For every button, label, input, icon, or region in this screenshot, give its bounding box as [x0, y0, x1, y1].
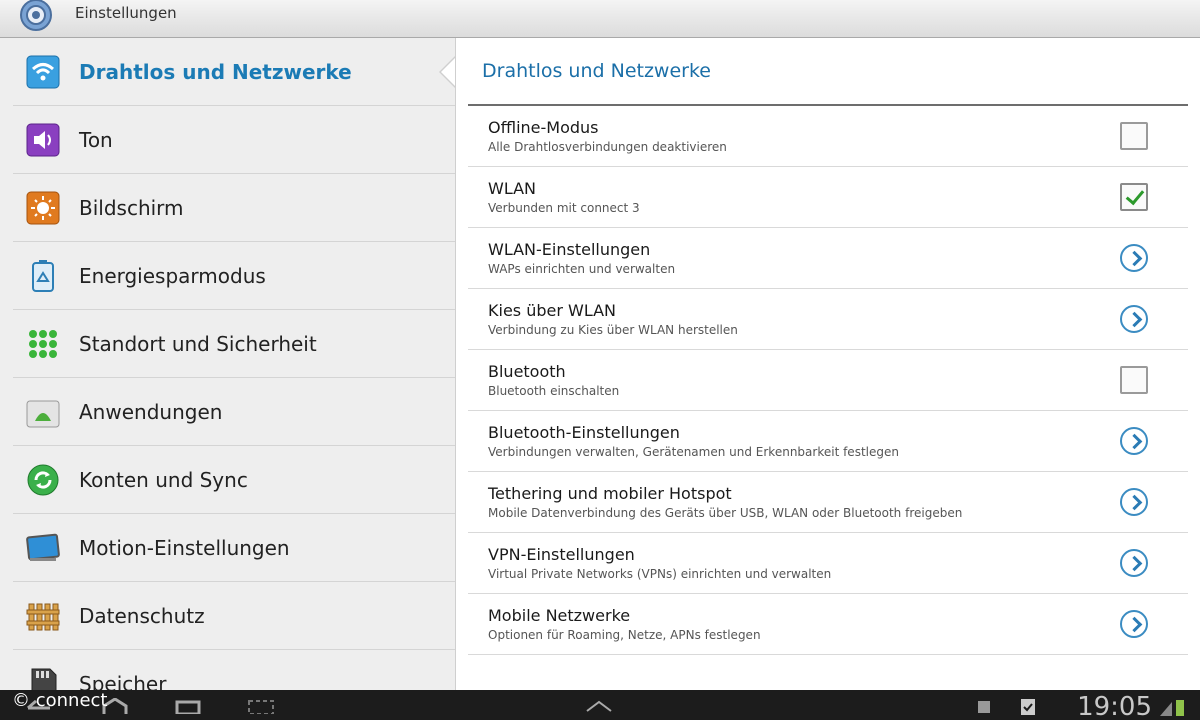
- fence-icon: [25, 598, 61, 634]
- row-title: Mobile Netzwerke: [488, 606, 631, 625]
- window-title: Einstellungen: [75, 3, 177, 22]
- setting-row-bluetooth-einstellungen[interactable]: Bluetooth-Einstellungen Verbindungen ver…: [468, 411, 1188, 472]
- sidebar-item-label: Motion-Einstellungen: [79, 535, 290, 560]
- sidebar-item-label: Bildschirm: [79, 195, 184, 220]
- chevron-right-icon[interactable]: [1120, 244, 1148, 272]
- row-title: Bluetooth: [488, 362, 566, 381]
- sidebar-item-anwendungen[interactable]: Anwendungen: [13, 378, 455, 446]
- row-subtitle: Bluetooth einschalten: [488, 384, 620, 398]
- setting-row-mobile-netzwerke[interactable]: Mobile Netzwerke Optionen für Roaming, N…: [468, 594, 1188, 655]
- settings-gear-icon[interactable]: [19, 0, 53, 32]
- sidebar-item-bildschirm[interactable]: Bildschirm: [13, 174, 455, 242]
- system-nav-bar: [0, 690, 1200, 720]
- clock: 19:05: [1077, 692, 1152, 720]
- sync-icon: [25, 462, 61, 498]
- row-subtitle: WAPs einrichten und verwalten: [488, 262, 676, 276]
- setting-row-bluetooth[interactable]: Bluetooth Bluetooth einschalten: [468, 350, 1188, 411]
- row-subtitle: Mobile Datenverbindung des Geräts über U…: [488, 506, 963, 520]
- setting-row-wlan-einstellungen[interactable]: WLAN-Einstellungen WAPs einrichten und v…: [468, 228, 1188, 289]
- recent-apps-icon[interactable]: [174, 698, 204, 714]
- settings-sidebar: Drahtlos und Netzwerke Ton Bildschirm En…: [0, 38, 456, 690]
- bluetooth-checkbox[interactable]: [1120, 366, 1148, 394]
- sidebar-item-ton[interactable]: Ton: [13, 106, 455, 174]
- sidebar-item-label: Energiesparmodus: [79, 263, 266, 288]
- settings-detail-pane: Drahtlos und Netzwerke Offline-Modus All…: [456, 38, 1200, 690]
- row-subtitle: Verbindung zu Kies über WLAN herstellen: [488, 323, 738, 337]
- row-subtitle: Verbindungen verwalten, Gerätenamen und …: [488, 445, 899, 459]
- chevron-right-icon[interactable]: [1120, 488, 1148, 516]
- screenshot-icon[interactable]: [246, 698, 276, 714]
- wifi-icon: [25, 54, 61, 90]
- setting-row-vpn-einstellungen[interactable]: VPN-Einstellungen Virtual Private Networ…: [468, 533, 1188, 594]
- notification-icon[interactable]: [975, 698, 993, 716]
- sidebar-item-label: Ton: [79, 127, 113, 152]
- row-subtitle: Optionen für Roaming, Netze, APNs festle…: [488, 628, 761, 642]
- row-title: WLAN: [488, 179, 537, 198]
- setting-row-kies-ueber-wlan[interactable]: Kies über WLAN Verbindung zu Kies über W…: [468, 289, 1188, 350]
- watermark: © connect: [12, 690, 108, 711]
- sidebar-item-label: Drahtlos und Netzwerke: [79, 59, 352, 84]
- row-title: Kies über WLAN: [488, 301, 617, 320]
- row-title: WLAN-Einstellungen: [488, 240, 651, 259]
- sidebar-item-standort-und-sicherheit[interactable]: Standort und Sicherheit: [13, 310, 455, 378]
- page-title: Drahtlos und Netzwerke: [482, 60, 711, 82]
- motion-screen-icon: [25, 530, 61, 566]
- speaker-icon: [25, 122, 61, 158]
- chevron-right-icon[interactable]: [1120, 427, 1148, 455]
- wlan-checkbox[interactable]: [1120, 183, 1148, 211]
- row-subtitle: Alle Drahtlosverbindungen deaktivieren: [488, 140, 727, 154]
- sidebar-item-konten-und-sync[interactable]: Konten und Sync: [13, 446, 455, 514]
- sdcard-icon: [25, 666, 61, 690]
- battery-recycle-icon: [25, 258, 61, 294]
- selection-notch-fill: [441, 56, 455, 88]
- title-bar: Einstellungen: [0, 0, 1200, 38]
- sidebar-item-datenschutz[interactable]: Datenschutz: [13, 582, 455, 650]
- row-title: Bluetooth-Einstellungen: [488, 423, 680, 442]
- chevron-up-icon[interactable]: [584, 698, 614, 712]
- signal-battery-icon: [1160, 700, 1184, 716]
- setting-row-tethering[interactable]: Tethering und mobiler Hotspot Mobile Dat…: [468, 472, 1188, 533]
- sidebar-item-drahtlos-und-netzwerke[interactable]: Drahtlos und Netzwerke: [13, 38, 455, 106]
- sidebar-item-energiesparmodus[interactable]: Energiesparmodus: [13, 242, 455, 310]
- setting-row-offline-modus[interactable]: Offline-Modus Alle Drahtlosverbindungen …: [468, 106, 1188, 167]
- sidebar-item-label: Konten und Sync: [79, 467, 248, 492]
- row-title: VPN-Einstellungen: [488, 545, 635, 564]
- row-title: Tethering und mobiler Hotspot: [488, 484, 732, 503]
- clipboard-check-icon[interactable]: [1018, 696, 1038, 716]
- location-grid-icon: [25, 326, 61, 362]
- android-apps-icon: [25, 394, 61, 430]
- chevron-right-icon[interactable]: [1120, 305, 1148, 333]
- row-subtitle: Virtual Private Networks (VPNs) einricht…: [488, 567, 832, 581]
- setting-row-wlan[interactable]: WLAN Verbunden mit connect 3: [468, 167, 1188, 228]
- chevron-right-icon[interactable]: [1120, 549, 1148, 577]
- row-title: Offline-Modus: [488, 118, 599, 137]
- sidebar-item-speicher[interactable]: Speicher: [13, 650, 455, 691]
- sidebar-item-label: Datenschutz: [79, 603, 205, 628]
- sidebar-item-label: Standort und Sicherheit: [79, 331, 317, 356]
- chevron-right-icon[interactable]: [1120, 610, 1148, 638]
- sidebar-item-label: Speicher: [79, 671, 167, 691]
- row-subtitle: Verbunden mit connect 3: [488, 201, 640, 215]
- sidebar-item-label: Anwendungen: [79, 399, 223, 424]
- brightness-icon: [25, 190, 61, 226]
- offline-mode-checkbox[interactable]: [1120, 122, 1148, 150]
- sidebar-item-motion-einstellungen[interactable]: Motion-Einstellungen: [13, 514, 455, 582]
